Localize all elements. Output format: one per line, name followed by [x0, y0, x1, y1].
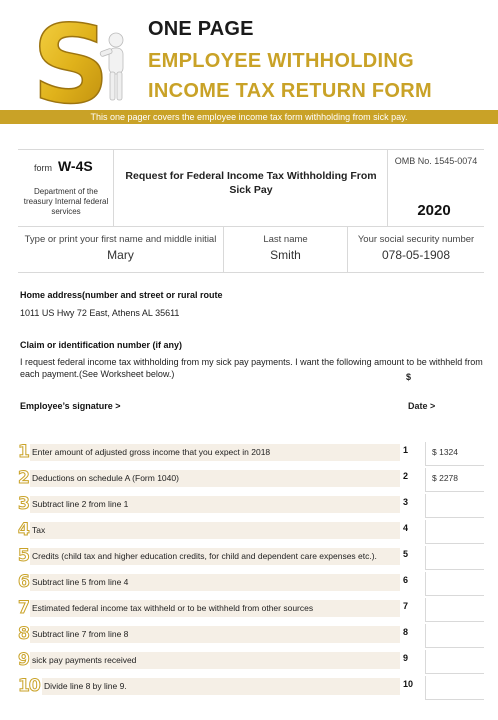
worksheet-line: 2 Deductions on schedule A (Form 1040) 2…: [18, 466, 484, 492]
line-number: 8: [403, 627, 409, 637]
line-number-graphic: 8: [18, 624, 31, 645]
line-description: Divide line 8 by line 9.: [42, 678, 400, 695]
line-description: Enter amount of adjusted gross income th…: [30, 444, 400, 461]
title-line-3: INCOME TAX RETURN FORM: [148, 80, 432, 102]
subtitle-bar: This one pager covers the employee incom…: [0, 110, 498, 124]
worksheet-line: 8 Subtract line 7 from line 8 8: [18, 622, 484, 648]
line-number-graphic: 10: [18, 676, 42, 697]
line-value-field[interactable]: [425, 676, 484, 700]
line-number: 2: [403, 471, 409, 481]
form-header-box: form W-4S Department of the treasury Int…: [18, 149, 484, 227]
worksheet-line: 1 Enter amount of adjusted gross income …: [18, 440, 484, 466]
form-number: W-4S: [58, 158, 93, 174]
omb-number: OMB No. 1545-0074: [394, 156, 478, 166]
line-description: Deductions on schedule A (Form 1040): [30, 470, 400, 487]
worksheet-line: 10 Divide line 8 by line 9. 10: [18, 674, 484, 700]
title-line-1: ONE PAGE: [148, 18, 254, 40]
worksheet-line: 4 Tax 4: [18, 518, 484, 544]
line-number-graphic: 6: [18, 572, 31, 593]
form-id-cell: form W-4S Department of the treasury Int…: [18, 150, 114, 227]
ssn-cell[interactable]: Your social security number 078-05-1908: [348, 227, 484, 272]
omb-cell: OMB No. 1545-0074 2020: [388, 150, 484, 227]
line-value-field[interactable]: [425, 572, 484, 596]
line-value-field[interactable]: [425, 598, 484, 622]
first-name-label: Type or print your first name and middle…: [24, 234, 217, 245]
line-number: 10: [403, 679, 414, 689]
line-description: sick pay payments received: [30, 652, 400, 669]
line-number-graphic: 2: [18, 468, 31, 489]
address-label: Home address(number and street or rural …: [20, 290, 223, 300]
dollar-s-logo-icon: S: [31, 10, 124, 110]
line-value-field[interactable]: [425, 624, 484, 648]
title-line-2: EMPLOYEE WITHHOLDING: [148, 50, 414, 72]
claim-label: Claim or identification number (if any): [20, 340, 183, 350]
line-value-field[interactable]: $ 2278: [425, 468, 484, 492]
line-number: 6: [403, 575, 409, 585]
header: S ONE PAGE EMPLOYEE WITHHOLDING INCOME T…: [0, 0, 498, 124]
worksheet-line: 5 Credits (child tax and higher educatio…: [18, 544, 484, 570]
first-name-cell[interactable]: Type or print your first name and middle…: [18, 227, 224, 272]
worksheet-line: 6 Subtract line 5 from line 4 6: [18, 570, 484, 596]
line-number: 7: [403, 601, 409, 611]
request-title: Request for Federal Income Tax Withholdi…: [125, 170, 377, 196]
ssn-label: Your social security number: [357, 234, 475, 245]
line-description: Tax: [30, 522, 400, 539]
line-number-graphic: 7: [18, 598, 31, 619]
last-name-field[interactable]: Smith: [224, 248, 347, 262]
worksheet-line: 3 Subtract line 2 from line 1 3: [18, 492, 484, 518]
department-text: Department of the treasury Internal fede…: [23, 187, 109, 216]
line-description: Credits (child tax and higher education …: [30, 548, 400, 565]
line-description: Subtract line 2 from line 1: [30, 496, 400, 513]
date-label[interactable]: Date >: [408, 401, 435, 411]
line-value-field[interactable]: [425, 546, 484, 570]
line-description: Subtract line 7 from line 8: [30, 626, 400, 643]
worksheet-line: 7 Estimated federal income tax withheld …: [18, 596, 484, 622]
amount-dollar-sign[interactable]: $: [406, 372, 411, 382]
worksheet-line: 9 sick pay payments received 9: [18, 648, 484, 674]
line-number-graphic: 1: [18, 442, 31, 463]
line-value-field[interactable]: [425, 650, 484, 674]
line-description: Estimated federal income tax withheld or…: [30, 600, 400, 617]
line-number: 5: [403, 549, 409, 559]
signature-label[interactable]: Employee’s signature >: [20, 401, 120, 411]
last-name-label: Last name: [263, 234, 308, 245]
line-number: 1: [403, 445, 409, 455]
line-description: Subtract line 5 from line 4: [30, 574, 400, 591]
request-title-cell: Request for Federal Income Tax Withholdi…: [114, 150, 388, 227]
line-value-field[interactable]: [425, 520, 484, 544]
line-number: 9: [403, 653, 409, 663]
line-number-graphic: 5: [18, 546, 31, 567]
svg-text:S: S: [32, 10, 110, 110]
last-name-cell[interactable]: Last name Smith: [224, 227, 348, 272]
line-value-field[interactable]: $ 1324: [425, 442, 484, 466]
line-number-graphic: 3: [18, 494, 31, 515]
ssn-field[interactable]: 078-05-1908: [348, 248, 484, 262]
address-field[interactable]: 1011 US Hwy 72 East, Athens AL 35611: [20, 308, 179, 320]
line-number-graphic: 9: [18, 650, 31, 671]
name-row: Type or print your first name and middle…: [18, 227, 484, 273]
first-name-field[interactable]: Mary: [18, 248, 223, 262]
form-year: 2020: [417, 202, 451, 219]
line-number: 4: [403, 523, 409, 533]
form-word: form: [34, 163, 52, 173]
claim-text: I request federal income tax withholding…: [20, 357, 483, 379]
line-number-graphic: 4: [18, 520, 31, 541]
line-value-field[interactable]: [425, 494, 484, 518]
line-number: 3: [403, 497, 409, 507]
